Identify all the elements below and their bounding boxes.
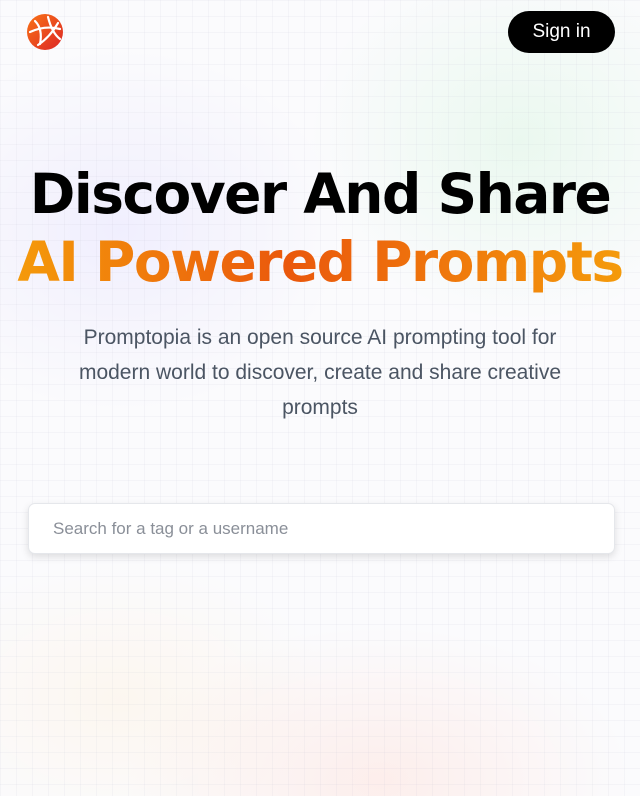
logo[interactable] <box>26 13 64 51</box>
search-form <box>28 503 615 554</box>
hero: Discover And Share AI Powered Prompts <box>0 160 640 296</box>
globe-network-icon <box>27 14 63 50</box>
top-nav: Sign in <box>0 0 640 64</box>
hero-description: Promptopia is an open source AI promptin… <box>78 326 562 419</box>
hero-title-line2: AI Powered Prompts <box>0 228 640 296</box>
sign-in-button[interactable]: Sign in <box>508 11 615 53</box>
search-input[interactable] <box>28 503 615 554</box>
hero-title-line1: Discover And Share <box>29 162 612 226</box>
